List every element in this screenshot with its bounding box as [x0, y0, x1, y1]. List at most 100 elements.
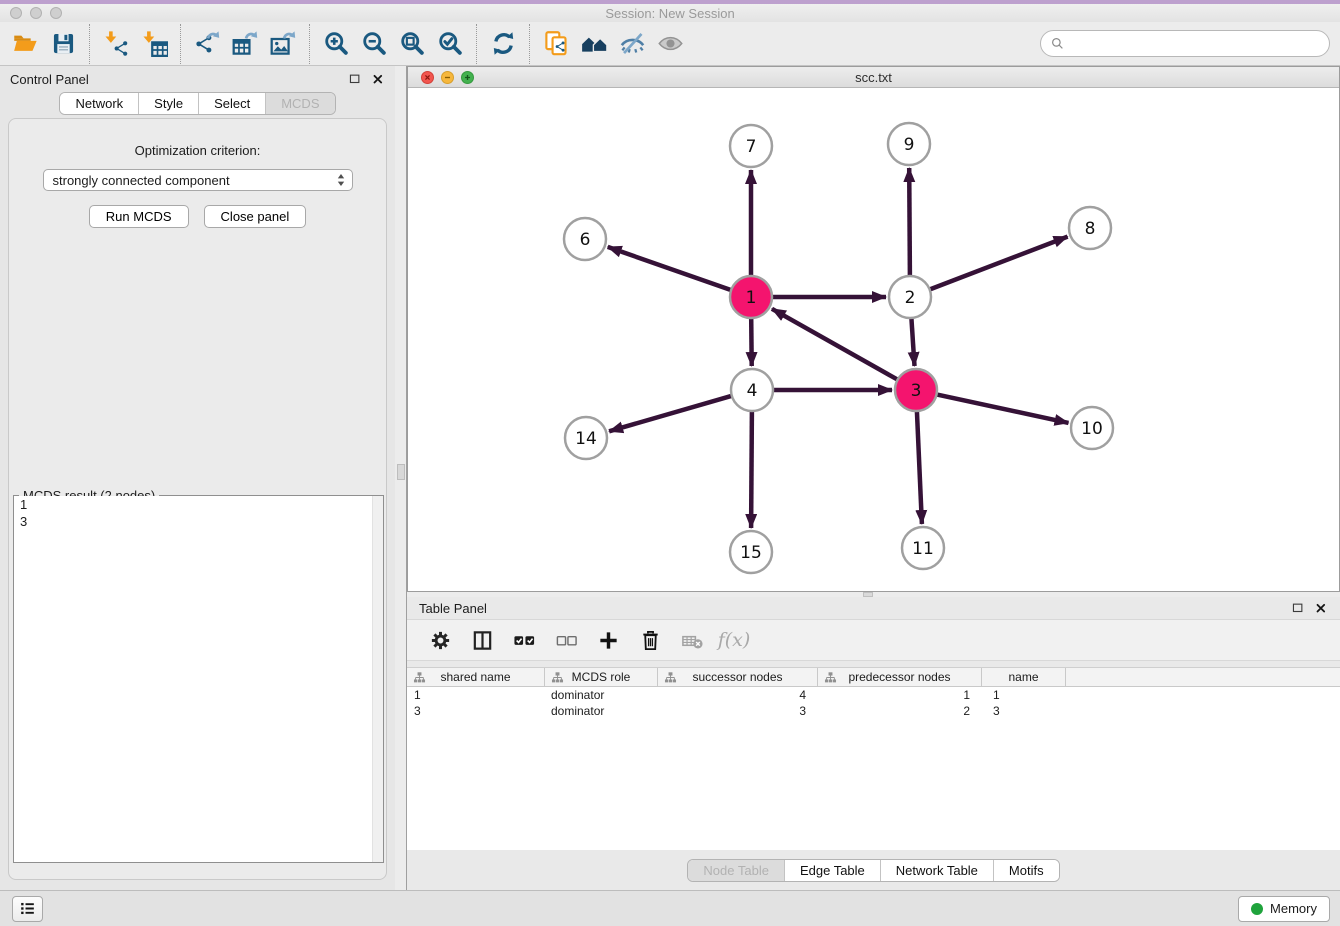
- save-session-button[interactable]: [44, 25, 82, 63]
- column-header-name[interactable]: name: [982, 668, 1066, 686]
- float-panel-icon[interactable]: [1291, 601, 1305, 615]
- graph-edge-2-8[interactable]: [930, 237, 1068, 290]
- criterion-dropdown[interactable]: strongly connected component: [43, 169, 353, 191]
- cell-MCDS-role: dominator: [545, 688, 658, 702]
- tab-network-table[interactable]: Network Table: [880, 860, 993, 881]
- toolbar-separator: [89, 24, 90, 64]
- run-mcds-button[interactable]: Run MCDS: [89, 205, 189, 228]
- graph-edge-3-11[interactable]: [917, 411, 922, 524]
- refresh-view-button[interactable]: [484, 25, 522, 63]
- sort-hierarchy-icon: [413, 671, 426, 684]
- table-row[interactable]: 1dominator411: [407, 687, 1340, 703]
- search-input[interactable]: [1071, 36, 1320, 51]
- graph-node-7[interactable]: 7: [730, 125, 772, 167]
- open-session-button[interactable]: [6, 25, 44, 63]
- import-table-button[interactable]: [135, 25, 173, 63]
- graph-edge-1-4[interactable]: [751, 318, 752, 366]
- hide-all-columns-button[interactable]: [553, 627, 579, 653]
- mcds-result-node: 1: [14, 496, 383, 513]
- graph-edge-3-1[interactable]: [772, 309, 898, 380]
- column-header-MCDS-role[interactable]: MCDS role: [545, 668, 658, 686]
- duplicate-network-button[interactable]: [537, 25, 575, 63]
- close-panel-button[interactable]: Close panel: [204, 205, 307, 228]
- graph-node-9[interactable]: 9: [888, 123, 930, 165]
- graph-node-11[interactable]: 11: [902, 527, 944, 569]
- svg-text:6: 6: [580, 230, 591, 250]
- tab-node-table[interactable]: Node Table: [688, 860, 784, 881]
- delete-table-button[interactable]: [679, 627, 705, 653]
- first-neighbors-button[interactable]: [575, 25, 613, 63]
- network-graph: 1 2 3 4 6 7 8 9 10 11 14 15: [408, 88, 1339, 591]
- vertical-splitter[interactable]: [395, 66, 407, 890]
- graph-edge-2-3[interactable]: [911, 318, 914, 366]
- create-column-button[interactable]: [595, 627, 621, 653]
- network-window-titlebar[interactable]: scc.txt: [408, 67, 1339, 88]
- horizontal-splitter[interactable]: [407, 592, 1340, 597]
- graph-node-6[interactable]: 6: [564, 218, 606, 260]
- graph-edge-1-6[interactable]: [608, 247, 732, 290]
- graph-node-8[interactable]: 8: [1069, 207, 1111, 249]
- graph-node-15[interactable]: 15: [730, 531, 772, 573]
- show-all-columns-button[interactable]: [511, 627, 537, 653]
- memory-button[interactable]: Memory: [1238, 896, 1330, 922]
- zoom-out-button[interactable]: [355, 25, 393, 63]
- export-image-button[interactable]: [264, 25, 302, 63]
- check-boxes-icon: [513, 629, 536, 652]
- function-builder-button[interactable]: f(x): [721, 627, 747, 653]
- graph-edge-4-14[interactable]: [609, 396, 732, 432]
- application-window: Session: New Session Control Panel Netwo…: [0, 0, 1340, 926]
- splitter-grip[interactable]: [863, 592, 873, 597]
- export-table-icon: [232, 30, 259, 57]
- graph-node-4[interactable]: 4: [731, 369, 773, 411]
- control-panel-tabs-group: NetworkStyleSelectMCDS: [59, 92, 335, 115]
- graph-edge-3-10[interactable]: [937, 394, 1069, 423]
- float-panel-icon[interactable]: [348, 72, 362, 86]
- column-header-predecessor-nodes[interactable]: predecessor nodes: [818, 668, 982, 686]
- tab-mcds[interactable]: MCDS: [265, 93, 334, 114]
- column-header-shared-name[interactable]: shared name: [407, 668, 545, 686]
- graph-edge-2-9[interactable]: [909, 168, 910, 276]
- svg-text:14: 14: [575, 429, 597, 449]
- import-network-button[interactable]: [97, 25, 135, 63]
- split-table-view-button[interactable]: [469, 627, 495, 653]
- columns-icon: [471, 629, 494, 652]
- zoom-selected-button[interactable]: [431, 25, 469, 63]
- mcds-result-list[interactable]: 13: [14, 496, 383, 862]
- zoom-fit-button[interactable]: [393, 25, 431, 63]
- toolbar: [0, 22, 1340, 66]
- close-panel-icon[interactable]: [1314, 601, 1328, 615]
- tab-style[interactable]: Style: [138, 93, 198, 114]
- splitter-grip[interactable]: [397, 464, 405, 480]
- toolbar-separator: [180, 24, 181, 64]
- toolbar-separator: [529, 24, 530, 64]
- function-icon: f(x): [718, 629, 751, 651]
- graph-node-1[interactable]: 1: [730, 276, 772, 318]
- table-row[interactable]: 3dominator323: [407, 703, 1340, 719]
- hide-selected-button[interactable]: [613, 25, 651, 63]
- scrollbar-track[interactable]: [372, 496, 383, 862]
- cell-successor-nodes: 4: [658, 688, 818, 702]
- graph-node-14[interactable]: 14: [565, 417, 607, 459]
- export-image-icon: [270, 30, 297, 57]
- delete-column-button[interactable]: [637, 627, 663, 653]
- close-panel-icon[interactable]: [371, 72, 385, 86]
- task-history-button[interactable]: [12, 896, 43, 922]
- svg-text:7: 7: [746, 137, 757, 157]
- tab-network[interactable]: Network: [60, 93, 138, 114]
- graph-node-2[interactable]: 2: [889, 276, 931, 318]
- show-hidden-button[interactable]: [651, 25, 689, 63]
- column-settings-button[interactable]: [427, 627, 453, 653]
- export-table-button[interactable]: [226, 25, 264, 63]
- tab-motifs[interactable]: Motifs: [993, 860, 1059, 881]
- graph-node-3[interactable]: 3: [895, 369, 937, 411]
- search-box[interactable]: [1040, 30, 1330, 57]
- control-panel-tabs: NetworkStyleSelectMCDS: [0, 92, 395, 115]
- column-header-successor-nodes[interactable]: successor nodes: [658, 668, 818, 686]
- graph-node-10[interactable]: 10: [1071, 407, 1113, 449]
- export-network-button[interactable]: [188, 25, 226, 63]
- tab-edge-table[interactable]: Edge Table: [784, 860, 880, 881]
- zoom-in-button[interactable]: [317, 25, 355, 63]
- network-canvas[interactable]: 1 2 3 4 6 7 8 9 10 11 14 15: [408, 88, 1339, 591]
- tab-select[interactable]: Select: [198, 93, 265, 114]
- graph-edge-4-15[interactable]: [751, 411, 752, 528]
